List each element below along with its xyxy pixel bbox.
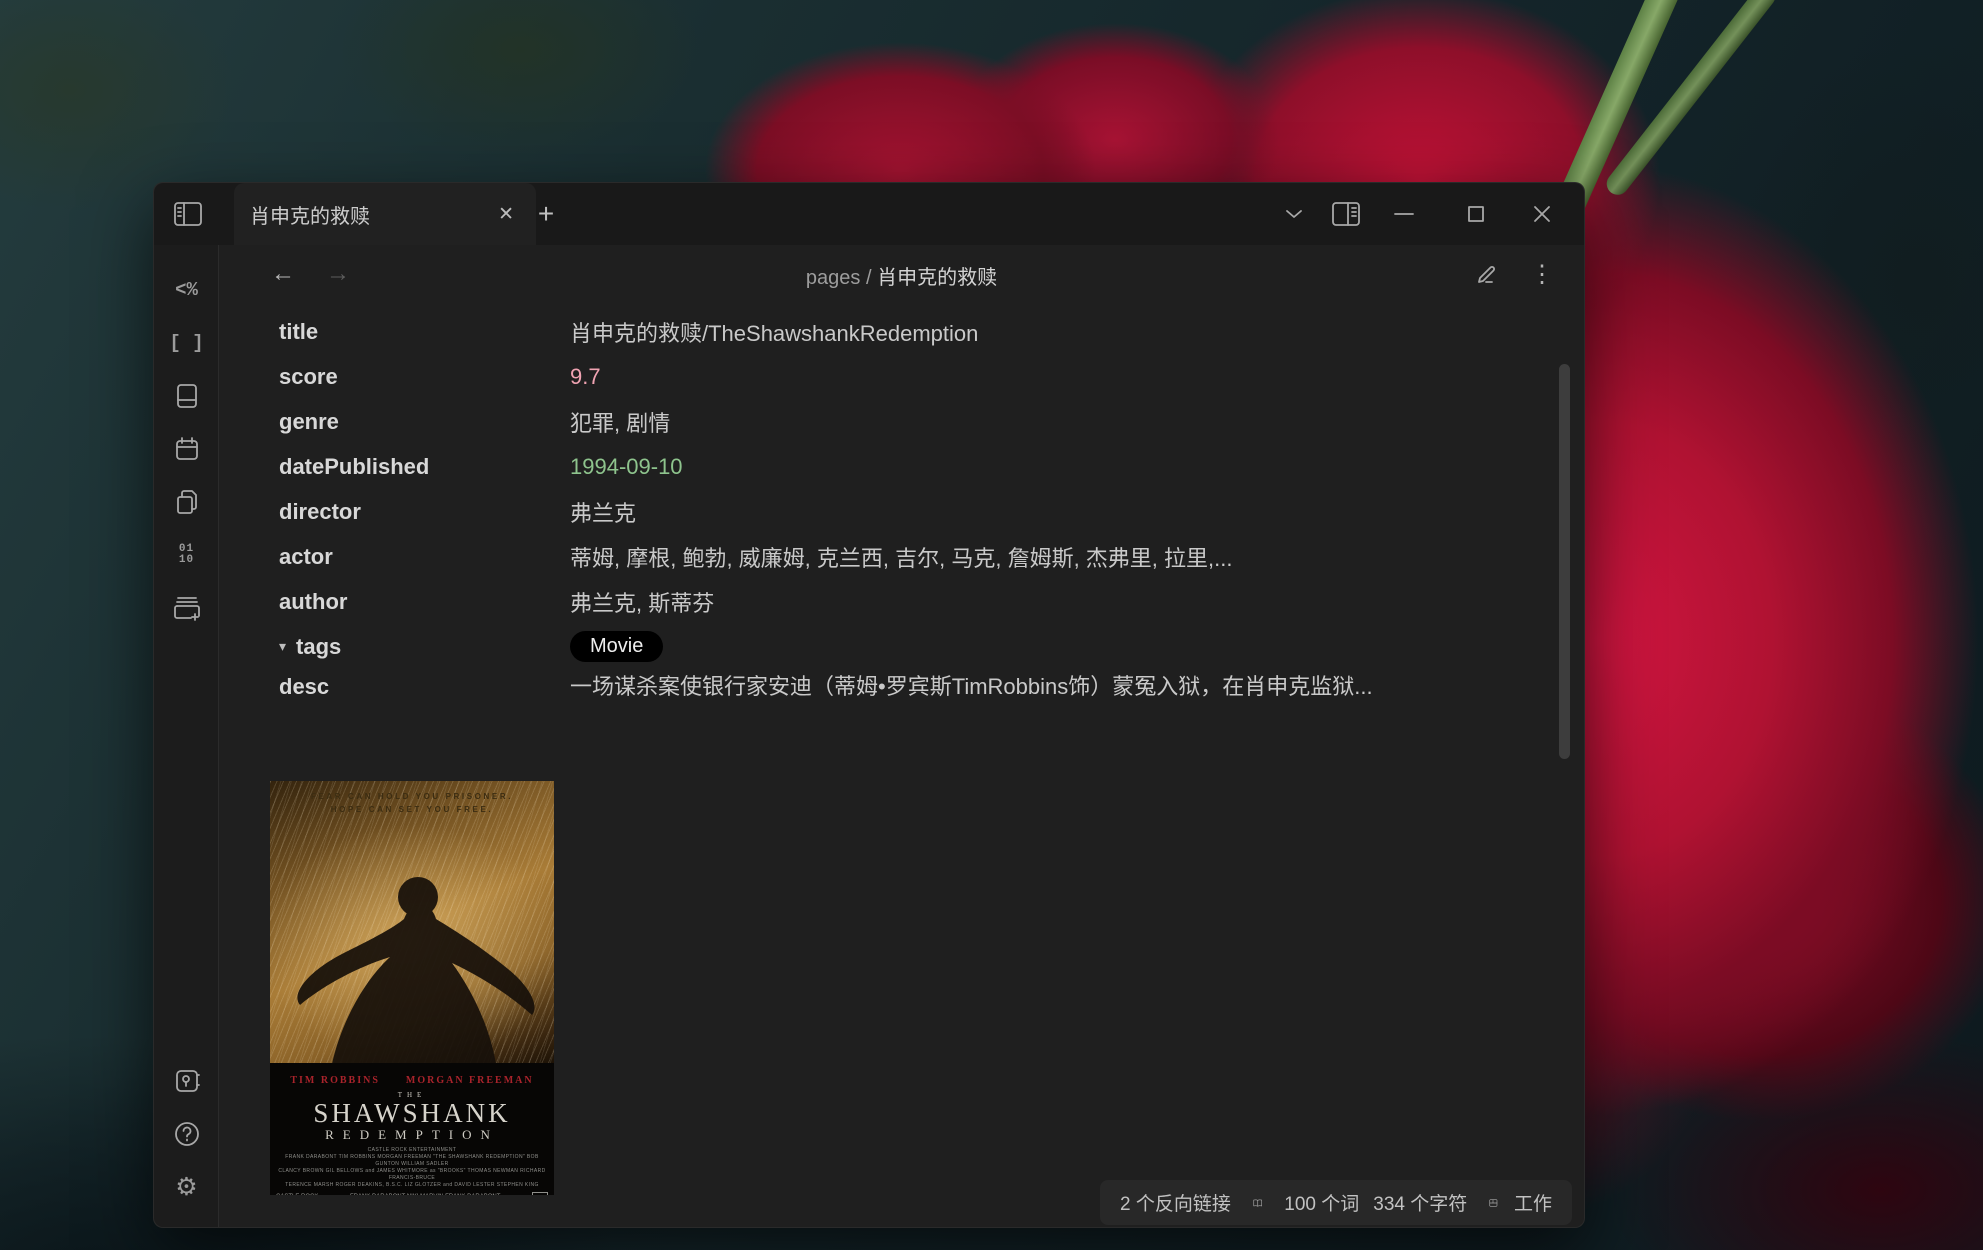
toolbar-right-group: ⋮ [1468, 256, 1562, 292]
breadcrumb-current[interactable]: 肖申克的救赎 [877, 267, 997, 289]
minimize-icon [1394, 212, 1414, 216]
poster-title-block: TIM ROBBINSMORGAN FREEMAN THE SHAWSHANK … [270, 1063, 554, 1195]
attribute-row-author: author 弗兰克, 斯蒂芬 [154, 579, 1564, 624]
poster-tagline: FEAR CAN HOLD YOU PRISONER. HOPE CAN SET… [270, 790, 554, 816]
close-window-button[interactable] [1522, 196, 1562, 232]
poster-credits: CASTLE ROCK ENTERTAINMENT FRANK DARABONT… [270, 1147, 554, 1189]
attribute-value[interactable]: 1994-09-10 [570, 454, 683, 480]
safe-lock-icon [174, 1068, 200, 1094]
document-menu-button[interactable]: ⋮ [1522, 256, 1562, 292]
collapse-arrow-icon[interactable]: ▾ [279, 638, 286, 655]
more-windows-button[interactable] [1274, 196, 1314, 232]
panel-left-icon [173, 201, 203, 227]
attribute-key[interactable]: author [154, 589, 570, 615]
template-icon: <% [175, 279, 198, 301]
attribute-row-title: title 肖申克的救赎/TheShawshankRedemption [154, 309, 1564, 354]
new-tab-button[interactable]: + [526, 195, 566, 233]
workspace-name[interactable]: 工作 [1514, 1189, 1552, 1216]
char-count: 334 个字符 [1373, 1189, 1467, 1216]
gear-icon: ⚙ [175, 1172, 197, 1201]
maximize-icon [1467, 205, 1485, 223]
workspace-icon[interactable] [1489, 1192, 1498, 1214]
attribute-value[interactable]: 弗兰克 [570, 496, 636, 528]
close-window-icon [1533, 205, 1551, 223]
attribute-value[interactable]: 肖申克的救赎/TheShawshankRedemption [570, 316, 978, 348]
tab-title: 肖申克的救赎 [250, 200, 492, 229]
help-icon [174, 1121, 200, 1147]
breadcrumb[interactable]: pages / 肖申克的救赎 [219, 261, 1584, 290]
attribute-key[interactable]: director [154, 499, 570, 525]
attribute-row-genre: genre 犯罪, 剧情 [154, 399, 1564, 444]
dock-bottom-group: ⚙ [154, 1054, 219, 1213]
attribute-key[interactable]: desc [154, 669, 570, 700]
attribute-value[interactable]: 9.7 [570, 364, 601, 390]
backlinks-count[interactable]: 2 个反向链接 [1120, 1189, 1231, 1216]
attribute-key[interactable]: genre [154, 409, 570, 435]
panel-right-icon [1331, 201, 1361, 227]
toggle-right-dock-button[interactable] [1326, 196, 1366, 232]
attribute-row-desc: desc 一场谋杀案使银行家安迪（蒂姆•罗宾斯TimRobbins饰）蒙冤入狱，… [154, 669, 1564, 714]
attribute-key[interactable]: datePublished [154, 454, 570, 480]
attribute-row-datepublished: datePublished 1994-09-10 [154, 444, 1564, 489]
dock-item-settings[interactable]: ⚙ [154, 1160, 219, 1213]
poster-rain-scene: FEAR CAN HOLD YOU PRISONER. HOPE CAN SET… [270, 781, 554, 1063]
poster-studio-logo: CASTLE ROCK [276, 1194, 318, 1196]
vertical-scrollbar-thumb[interactable] [1559, 364, 1570, 759]
breadcrumb-separator: / [866, 267, 872, 289]
breadcrumb-parent[interactable]: pages [806, 267, 861, 289]
attribute-row-director: director 弗兰克 [154, 489, 1564, 534]
attribute-key[interactable]: ▾ tags [154, 634, 570, 660]
attribute-row-score: score 9.7 [154, 354, 1564, 399]
tag-pill-movie[interactable]: Movie [570, 631, 663, 662]
close-tab-icon[interactable]: ✕ [492, 201, 520, 228]
attribute-value: Movie [570, 631, 663, 662]
poster-footer-credit: FRANK DARABONT NIKI MARVIN FRANK DARABON… [350, 1194, 500, 1196]
tab-bar: 肖申克的救赎 ✕ + [154, 183, 1584, 245]
attribute-value[interactable]: 弗兰克, 斯蒂芬 [570, 586, 714, 618]
tab-shawshank[interactable]: 肖申克的救赎 ✕ [234, 183, 536, 245]
dock-item-safe[interactable] [154, 1054, 219, 1107]
poster-title-sub: REDEMPTION [270, 1127, 554, 1143]
open-book-icon[interactable] [1253, 1192, 1262, 1214]
attribute-key[interactable]: title [154, 319, 570, 345]
poster-actors: TIM ROBBINSMORGAN FREEMAN [270, 1075, 554, 1086]
poster-figure-silhouette [270, 859, 554, 1069]
attribute-key[interactable]: actor [154, 544, 570, 570]
movie-poster-image[interactable]: FEAR CAN HOLD YOU PRISONER. HOPE CAN SET… [270, 781, 554, 1195]
app-window: 肖申克的救赎 ✕ + [153, 182, 1585, 1228]
attribute-value[interactable]: 犯罪, 剧情 [570, 406, 670, 438]
desktop-wallpaper: 肖申克的救赎 ✕ + [0, 0, 1983, 1250]
attribute-key[interactable]: score [154, 364, 570, 390]
attribute-key-label: tags [296, 634, 341, 660]
minimize-button[interactable] [1384, 196, 1424, 232]
poster-rating-box [532, 1192, 548, 1195]
attribute-row-actor: actor 蒂姆, 摩根, 鲍勃, 威廉姆, 克兰西, 吉尔, 马克, 詹姆斯,… [154, 534, 1564, 579]
attribute-row-tags: ▾ tags Movie [154, 624, 1564, 669]
maximize-button[interactable] [1456, 196, 1496, 232]
poster-footer: CASTLE ROCK FRANK DARABONT NIKI MARVIN F… [270, 1189, 554, 1195]
status-bar: 2 个反向链接 100 个词 334 个字符 工作 [1100, 1180, 1572, 1225]
poster-title-main: SHAWSHANK [270, 1099, 554, 1127]
pencil-icon [1476, 262, 1500, 286]
chevron-down-icon [1285, 209, 1303, 219]
attribute-view: title 肖申克的救赎/TheShawshankRedemption scor… [154, 309, 1564, 714]
document-toolbar: ← → pages / 肖申克的救赎 ⋮ [219, 245, 1584, 303]
word-count: 100 个词 [1284, 1189, 1359, 1216]
dock-item-help[interactable] [154, 1107, 219, 1160]
toggle-left-dock-button[interactable] [166, 194, 210, 234]
attribute-value[interactable]: 蒂姆, 摩根, 鲍勃, 威廉姆, 克兰西, 吉尔, 马克, 詹姆斯, 杰弗里, … [570, 541, 1232, 573]
attribute-value[interactable]: 一场谋杀案使银行家安迪（蒂姆•罗宾斯TimRobbins饰）蒙冤入狱，在肖申克监… [570, 669, 1382, 704]
edit-mode-button[interactable] [1468, 256, 1508, 292]
